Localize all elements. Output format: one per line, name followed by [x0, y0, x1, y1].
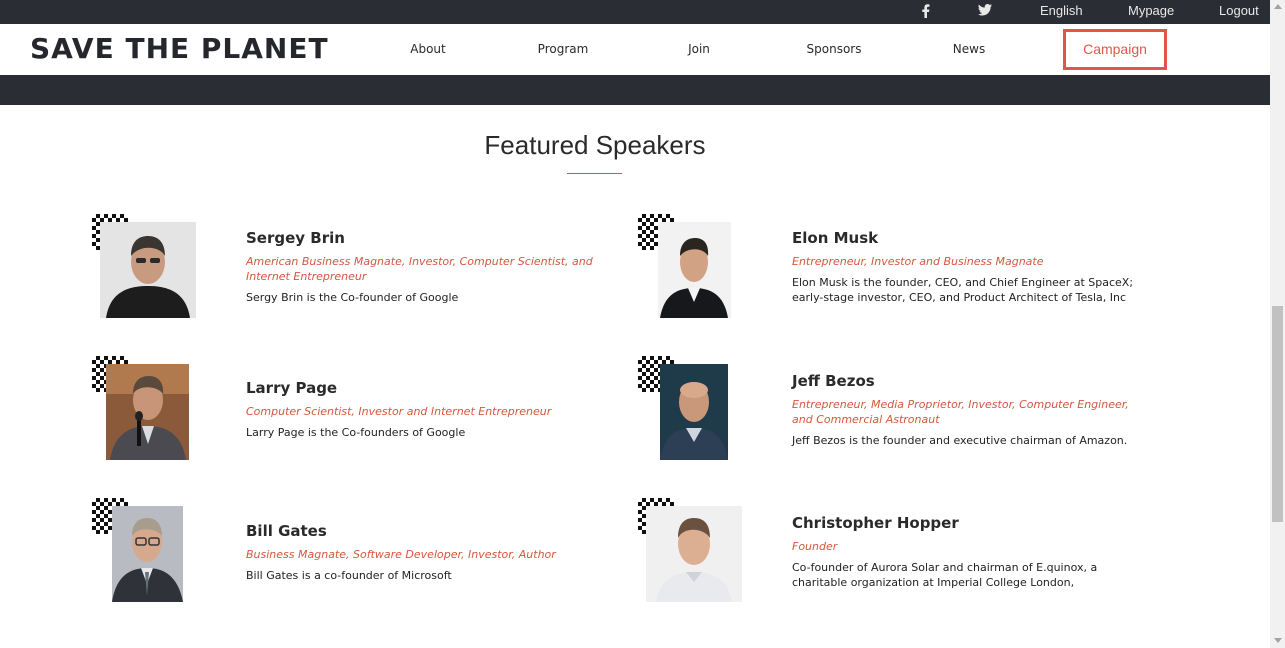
- speaker-description: Larry Page is the Co-founders of Google: [246, 426, 466, 439]
- speaker-description: Jeff Bezos is the founder and executive …: [792, 434, 1128, 447]
- scroll-down-arrow-icon[interactable]: [1274, 638, 1282, 643]
- speaker-photo: [100, 222, 196, 318]
- speaker-role: Business Magnate, Software Developer, In…: [246, 548, 556, 561]
- speaker-photo: [646, 506, 742, 602]
- facebook-icon[interactable]: [921, 0, 930, 24]
- speaker-name: Jeff Bezos: [792, 372, 875, 390]
- nav-news[interactable]: News: [929, 42, 1009, 56]
- speaker-role: American Business Magnate, Investor, Com…: [246, 255, 593, 283]
- speaker-description: Sergy Brin is the Co-founder of Google: [246, 291, 459, 304]
- speaker-photo: [660, 364, 728, 460]
- speaker-name: Sergey Brin: [246, 229, 345, 247]
- scroll-thumb[interactable]: [1272, 306, 1283, 522]
- speaker-role: Computer Scientist, Investor and Interne…: [246, 405, 552, 418]
- speaker-description: Co-founder of Aurora Solar and chairman …: [792, 561, 1098, 589]
- top-bar: English Mypage Logout: [0, 0, 1270, 24]
- speaker-role: Entrepreneur, Media Proprietor, Investor…: [792, 398, 1129, 426]
- twitter-icon[interactable]: [978, 0, 992, 24]
- speaker-description: Elon Musk is the founder, CEO, and Chief…: [792, 276, 1134, 304]
- hero-band: [0, 75, 1270, 105]
- nav-join[interactable]: Join: [659, 42, 739, 56]
- main-navbar: SAVE THE PLANET About Program Join Spons…: [0, 24, 1270, 75]
- logout-link[interactable]: Logout: [1219, 0, 1259, 24]
- brand-logo[interactable]: SAVE THE PLANET: [30, 32, 329, 65]
- nav-sponsors[interactable]: Sponsors: [794, 42, 874, 56]
- scroll-up-arrow-icon[interactable]: [1274, 4, 1282, 9]
- speaker-photo: [658, 222, 731, 318]
- mypage-link[interactable]: Mypage: [1128, 0, 1174, 24]
- campaign-button[interactable]: Campaign: [1063, 29, 1167, 70]
- speaker-photo: [106, 364, 189, 460]
- title-divider: [567, 173, 622, 174]
- speaker-name: Larry Page: [246, 379, 338, 397]
- speaker-role: Founder: [792, 540, 838, 553]
- speaker-role: Entrepreneur, Investor and Business Magn…: [792, 255, 1044, 268]
- language-selector[interactable]: English: [1040, 0, 1083, 24]
- page-scrollbar[interactable]: [1270, 0, 1285, 648]
- speaker-description: Bill Gates is a co-founder of Microsoft: [246, 569, 452, 582]
- speaker-name: Bill Gates: [246, 522, 327, 540]
- nav-program[interactable]: Program: [523, 42, 603, 56]
- nav-about[interactable]: About: [388, 42, 468, 56]
- speaker-name: Elon Musk: [792, 229, 879, 247]
- speaker-name: Christopher Hopper: [792, 514, 959, 532]
- speaker-photo: [112, 506, 183, 602]
- section-title: Featured Speakers: [484, 130, 706, 160]
